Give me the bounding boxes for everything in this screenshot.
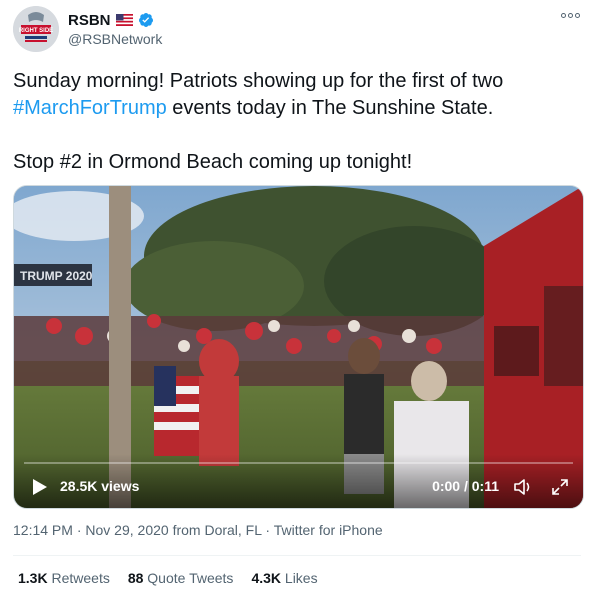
tweet-date[interactable]: Nov 29, 2020 from Doral, FL bbox=[85, 522, 261, 538]
retweets-label: Retweets bbox=[51, 570, 110, 586]
display-name[interactable]: RSBN bbox=[68, 12, 111, 29]
video-player[interactable]: TRUMP 2020 28.5K views 0:00 / 0:11 bbox=[13, 185, 584, 509]
tweet-text-part: Sunday morning! Patriots showing up for … bbox=[13, 70, 504, 92]
author-name-row: RSBN bbox=[68, 10, 154, 30]
tweet-source[interactable]: Twitter for iPhone bbox=[274, 522, 383, 538]
quote-tweets-count: 88 bbox=[127, 570, 144, 586]
play-icon[interactable] bbox=[30, 478, 48, 496]
tweet: RIGHT SIDE RSBN @RSBNetwork Sunday morni… bbox=[0, 0, 593, 594]
tweet-paragraph-1: Sunday morning! Patriots showing up for … bbox=[13, 68, 578, 122]
video-progress-bar[interactable] bbox=[24, 462, 573, 464]
video-controls: 28.5K views 0:00 / 0:11 bbox=[14, 454, 583, 508]
tweet-metadata: 12:14 PM · Nov 29, 2020 from Doral, FL ·… bbox=[13, 522, 383, 538]
video-banner-text: TRUMP 2020 bbox=[20, 269, 93, 283]
quote-tweets-stat[interactable]: 88 Quote Tweets bbox=[128, 570, 234, 586]
likes-stat[interactable]: 4.3K Likes bbox=[251, 570, 317, 586]
likes-count: 4.3K bbox=[251, 570, 282, 586]
quote-tweets-label: Quote Tweets bbox=[147, 570, 234, 586]
author-handle[interactable]: @RSBNetwork bbox=[68, 31, 162, 47]
tweet-time[interactable]: 12:14 PM bbox=[13, 522, 73, 538]
retweets-count: 1.3K bbox=[18, 570, 48, 586]
retweets-stat[interactable]: 1.3K Retweets bbox=[18, 570, 110, 586]
more-options-icon[interactable] bbox=[559, 8, 581, 22]
divider bbox=[13, 555, 581, 556]
meta-separator: · bbox=[265, 522, 274, 538]
avatar-logo-text: RIGHT SIDE bbox=[19, 28, 53, 34]
fullscreen-icon[interactable] bbox=[551, 478, 569, 496]
tweet-text: Sunday morning! Patriots showing up for … bbox=[13, 68, 578, 176]
video-views: 28.5K views bbox=[60, 478, 140, 494]
avatar[interactable]: RIGHT SIDE bbox=[13, 6, 59, 52]
tweet-text-part: events today in The Sunshine State. bbox=[166, 97, 494, 119]
likes-label: Likes bbox=[284, 570, 318, 586]
verified-badge-icon bbox=[138, 13, 153, 27]
tweet-stats: 1.3K Retweets 88 Quote Tweets 4.3K Likes bbox=[18, 570, 318, 586]
us-flag-icon bbox=[115, 14, 133, 26]
video-time: 0:00 / 0:11 bbox=[432, 478, 499, 494]
volume-icon[interactable] bbox=[513, 478, 533, 496]
tweet-paragraph-2: Stop #2 in Ormond Beach coming up tonigh… bbox=[13, 151, 413, 173]
hashtag-link[interactable]: #MarchForTrump bbox=[13, 97, 167, 119]
